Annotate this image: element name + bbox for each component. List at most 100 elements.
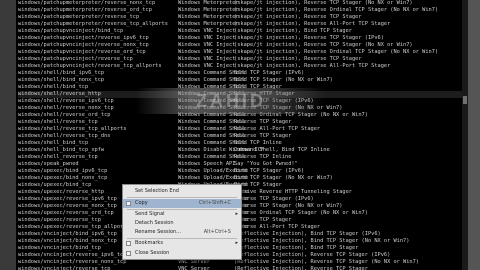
payload-module-path: windows/patchupvncinject/reverse_tcp bbox=[18, 56, 133, 62]
payload-description: (skape/jt injection), Reverse TCP Stager… bbox=[234, 0, 413, 6]
payload-description: Reverse TCP Stager (No NX or Win7) bbox=[234, 203, 343, 209]
menu-item-shortcut: Alt+Ctrl+S bbox=[203, 229, 231, 235]
payload-module-path: windows/upexec/bind_tcp bbox=[18, 182, 92, 188]
payload-module-path: windows/shell_reverse_tcp bbox=[18, 154, 98, 160]
payload-description: Command Shell, Bind TCP Inline bbox=[234, 147, 330, 153]
payload-name: Windows VNC Inject bbox=[178, 28, 236, 34]
desktop-left-edge bbox=[0, 0, 16, 270]
payload-row: windows/shell_reverse_tcp Windows Command… bbox=[18, 154, 462, 161]
payload-name: Windows Meterpreter bbox=[178, 14, 239, 20]
payload-row: windows/patchupvncinject/reverse_tcp_all… bbox=[18, 63, 462, 70]
payload-description: Reverse TCP Stager (IPv6) bbox=[234, 98, 314, 104]
payload-description: (skape/jt injection), Reverse Ordinal TC… bbox=[234, 49, 439, 55]
menu-item-set-selection-end[interactable]: Set Selection End bbox=[123, 187, 241, 196]
menu-item-label: Set Selection End bbox=[135, 188, 179, 194]
menu-item-detach-session[interactable]: Detach Session bbox=[123, 219, 241, 228]
payload-module-path: windows/patchupvncinject/reverse_ipv6_tc… bbox=[18, 35, 149, 41]
payload-row: windows/patchupvncinject/reverse_nonx_tc… bbox=[18, 42, 462, 49]
payload-description: (skape/jt injection), Reverse TCP Stager bbox=[234, 14, 362, 20]
payload-description: (skape/jt injection), Reverse All-Port T… bbox=[234, 21, 391, 27]
desktop-right-edge bbox=[468, 0, 480, 270]
payload-row: windows/shell/bind_ipv6_tcp Windows Comma… bbox=[18, 70, 462, 77]
payload-module-path: windows/shell/reverse_nonx_tcp bbox=[18, 105, 114, 111]
payload-module-path: windows/shell/reverse_http bbox=[18, 91, 101, 97]
payload-module-path: windows/patchupvncinject/reverse_nonx_tc… bbox=[18, 42, 149, 48]
payload-module-path: windows/patchupmeterpreter/reverse_tcp_a… bbox=[18, 21, 168, 27]
payload-row: windows/shell_bind_tcp Windows Command Sh… bbox=[18, 140, 462, 147]
payload-name: Windows VNC Inject bbox=[178, 63, 236, 69]
menu-item-rename-session[interactable]: Rename Session... Alt+Ctrl+S bbox=[123, 228, 241, 237]
menu-item-label: Bookmarks bbox=[135, 240, 163, 246]
payload-module-path: windows/shell/bind_ipv6_tcp bbox=[18, 70, 105, 76]
copy-icon bbox=[126, 201, 131, 206]
payload-row: windows/vncinject/reverse_nonx_tcp VNC Se… bbox=[18, 259, 462, 266]
payload-description: (skape/jt injection), Reverse All-Port T… bbox=[234, 63, 391, 69]
terminal-window[interactable]: windows/patchupmeterpreter/reverse_nonx_… bbox=[16, 0, 462, 270]
payload-module-path: windows/upexec/reverse_ord_tcp bbox=[18, 210, 114, 216]
payload-module-path: windows/speak_pwned bbox=[18, 161, 79, 167]
payload-module-path: windows/patchupvncinject/bind_tcp bbox=[18, 28, 124, 34]
payload-module-path: windows/vncinject/bind_ipv6_tcp bbox=[18, 231, 117, 237]
payload-row: windows/shell/reverse_tcp_allports Window… bbox=[18, 126, 462, 133]
submenu-arrow-icon: ▸ bbox=[235, 211, 238, 217]
payload-name: Windows VNC Inject bbox=[178, 42, 236, 48]
payload-description: Reverse All-Port TCP Stager bbox=[234, 126, 321, 132]
menu-item-close-session[interactable]: Close Session bbox=[123, 249, 241, 258]
payload-module-path: windows/upexec/reverse_tcp bbox=[18, 217, 101, 223]
payload-description: Reverse All-Port TCP Stager bbox=[234, 224, 321, 230]
payload-module-path: windows/patchupvncinject/reverse_tcp_all… bbox=[18, 63, 162, 69]
payload-row: windows/shell/reverse_ipv6_tcp Windows Co… bbox=[18, 98, 462, 105]
submenu-arrow-icon: ▸ bbox=[235, 240, 238, 246]
payload-module-path: windows/shell_bind_tcp_xpfw bbox=[18, 147, 105, 153]
payload-row: windows/patchupmeterpreter/reverse_ord_t… bbox=[18, 7, 462, 14]
menu-item-label: Close Session bbox=[135, 250, 170, 256]
payload-description: (skape/jt injection), Reverse TCP Stager… bbox=[234, 35, 384, 41]
payload-row: windows/shell/reverse_nonx_tcp Windows Co… bbox=[18, 105, 462, 112]
payload-name: Windows VNC Inject bbox=[178, 56, 236, 62]
payload-module-path: windows/shell/reverse_tcp_allports bbox=[18, 126, 127, 132]
menu-item-label: Copy bbox=[135, 200, 148, 206]
payload-description: (Reflective Injection), Bind TCP Stager … bbox=[234, 238, 410, 244]
payload-name: Windows Meterpreter bbox=[178, 21, 239, 27]
payload-module-path: windows/patchupmeterpreter/reverse_ord_t… bbox=[18, 7, 152, 13]
payload-row: windows/patchupmeterpreter/reverse_tcp Wi… bbox=[18, 14, 462, 21]
payload-module-path: windows/shell/reverse_ipv6_tcp bbox=[18, 98, 114, 104]
payload-description: Reverse HTTP Stager bbox=[234, 91, 295, 97]
payload-description: Bind TCP Stager (IPv6) bbox=[234, 168, 305, 174]
payload-name: Windows Meterpreter bbox=[178, 0, 239, 6]
payload-description: Say "You Got Pwned!" bbox=[234, 161, 298, 167]
payload-description: Reverse TCP Stager bbox=[234, 217, 292, 223]
payload-module-path: windows/upexec/reverse_tcp_allports bbox=[18, 224, 130, 230]
payload-row: windows/patchupmeterpreter/reverse_nonx_… bbox=[18, 0, 462, 7]
payload-description: Reverse Ordinal TCP Stager (No NX or Win… bbox=[234, 112, 368, 118]
payload-description: (Reflective Injection), Bind TCP Stager … bbox=[234, 231, 381, 237]
payload-description: (Reflective Injection), Reverse TCP Stag… bbox=[234, 266, 368, 270]
close-session-icon bbox=[126, 251, 131, 256]
payload-row: windows/patchupvncinject/bind_tcp Windows… bbox=[18, 28, 462, 35]
menu-item-copy[interactable]: Copy Ctrl+Shift+C bbox=[123, 199, 241, 208]
payload-row: windows/shell/reverse_tcp Windows Command… bbox=[18, 119, 462, 126]
payload-module-path: windows/patchupmeterpreter/reverse_nonx_… bbox=[18, 0, 156, 6]
payload-module-path: windows/upexec/reverse_ipv6_tcp bbox=[18, 196, 117, 202]
payload-module-path: windows/patchupmeterpreter/reverse_tcp bbox=[18, 14, 140, 20]
payload-description: Bind TCP Stager (IPv6) bbox=[234, 70, 305, 76]
menu-item-send-signal[interactable]: Send Signal ▸ bbox=[123, 210, 241, 219]
menu-item-label: Send Signal bbox=[135, 211, 165, 217]
payload-module-path: windows/upexec/reverse_nonx_tcp bbox=[18, 203, 117, 209]
context-menu: Set Selection End Copy Ctrl+Shift+C Send… bbox=[122, 184, 242, 260]
payload-description: Bind TCP Stager (No NX or Win7) bbox=[234, 77, 333, 83]
payload-row: windows/vncinject/reverse_tcp VNC Server (… bbox=[18, 266, 462, 270]
payload-module-path: windows/shell/bind_tcp bbox=[18, 84, 89, 90]
scrollbar-thumb[interactable] bbox=[463, 96, 467, 104]
payload-module-path: windows/shell_bind_tcp bbox=[18, 140, 89, 146]
payload-row: windows/shell/reverse_ord_tcp Windows Com… bbox=[18, 112, 462, 119]
payload-row: windows/shell_bind_tcp_xpfw Windows Disab… bbox=[18, 147, 462, 154]
payload-description: (Reflective Injection), Reverse TCP Stag… bbox=[234, 252, 391, 258]
payload-description: Reverse TCP Stager bbox=[234, 119, 292, 125]
menu-item-bookmarks[interactable]: Bookmarks ▸ bbox=[123, 239, 241, 248]
payload-name: VNC Server bbox=[178, 259, 210, 265]
payload-row: windows/patchupvncinject/reverse_ipv6_tc… bbox=[18, 35, 462, 42]
payload-description: Reverse TCP Stager (No NX or Win7) bbox=[234, 105, 343, 111]
payload-module-path: windows/shell/reverse_tcp bbox=[18, 119, 98, 125]
payload-module-path: windows/vncinject/reverse_tcp bbox=[18, 266, 111, 270]
